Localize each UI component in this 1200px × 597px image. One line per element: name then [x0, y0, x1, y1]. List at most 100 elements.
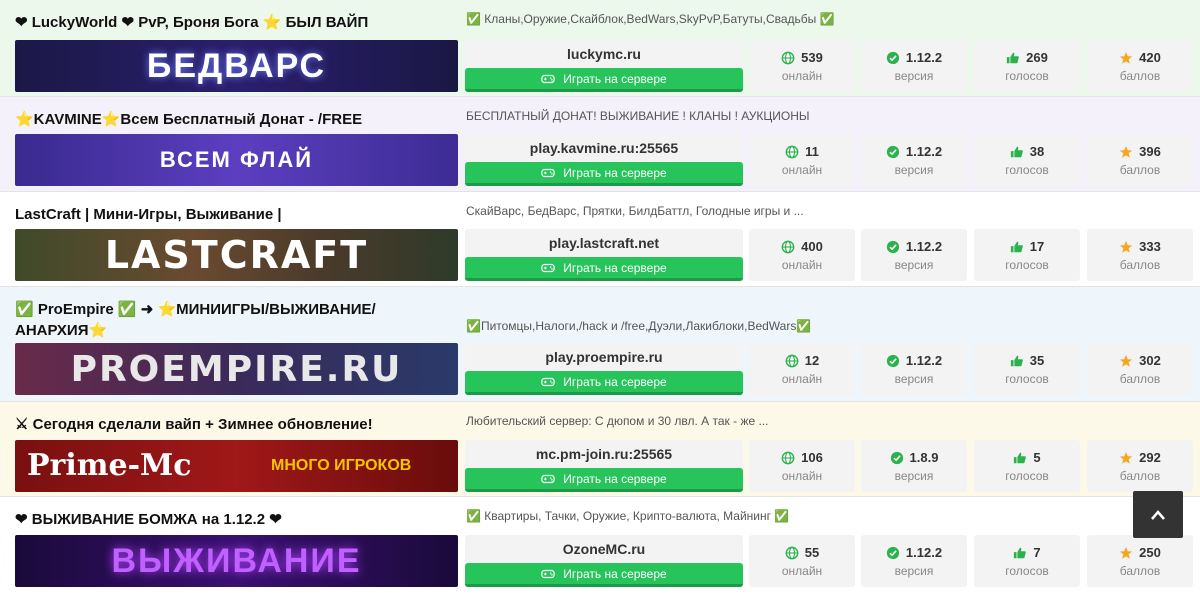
version-value: 1.12.2 — [905, 545, 943, 560]
points-label: баллов — [1119, 69, 1161, 83]
thumbs-up-icon — [1010, 355, 1023, 366]
points-stat: 250 баллов — [1087, 535, 1193, 587]
scroll-to-top-button[interactable] — [1133, 491, 1183, 538]
online-count: 106 — [801, 450, 823, 465]
online-stat: 12 онлайн — [749, 343, 855, 395]
server-title[interactable]: ❤ ВЫЖИВАНИЕ БОМЖА на 1.12.2 ❤ — [15, 509, 455, 530]
online-stat: 11 онлайн — [749, 134, 855, 186]
server-banner[interactable]: LASTCRAFT — [15, 229, 458, 281]
votes-count: 35 — [1029, 353, 1045, 368]
points-label: баллов — [1119, 163, 1161, 177]
play-button[interactable]: Играть на сервере — [465, 468, 743, 492]
server-ip[interactable]: play.kavmine.ru:25565 — [465, 140, 743, 156]
star-icon — [1120, 354, 1133, 367]
server-description: ✅ Кланы,Оружие,Скайблок,BedWars,SkyPvP,Б… — [466, 12, 835, 26]
server-description: ✅Питомцы,Налоги,/hack и /free,Дуэли,Лаки… — [466, 319, 812, 333]
online-stat: 106 онлайн — [749, 440, 855, 492]
server-banner[interactable]: БЕДВАРС — [15, 40, 458, 92]
server-title[interactable]: ❤ LuckyWorld ❤ PvP, Броня Бога ⭐ БЫЛ ВАЙ… — [15, 12, 455, 33]
server-title[interactable]: LastCraft | Мини-Игры, Выживание | — [15, 204, 455, 225]
server-ip[interactable]: mc.pm-join.ru:25565 — [465, 446, 743, 462]
online-label: онлайн — [781, 372, 823, 386]
play-button-label: Играть на сервере — [563, 260, 667, 275]
version-stat: 1.12.2 версия — [861, 40, 967, 92]
server-ip-box[interactable]: luckymc.ru Играть на сервере — [465, 40, 743, 92]
play-button-label: Играть на сервере — [563, 374, 667, 389]
votes-stat: 17 голосов — [974, 229, 1080, 281]
votes-label: голосов — [1005, 469, 1049, 483]
play-button[interactable]: Играть на сервере — [465, 68, 743, 92]
server-description: БЕСПЛАТНЫЙ ДОНАТ! ВЫЖИВАНИЕ ! КЛАНЫ ! АУ… — [466, 109, 810, 123]
play-button[interactable]: Играть на сервере — [465, 371, 743, 395]
play-button-label: Играть на сервере — [563, 566, 667, 581]
points-stat: 302 баллов — [1087, 343, 1193, 395]
play-button[interactable]: Играть на сервере — [465, 162, 743, 186]
server-banner[interactable]: Prime-Mc МНОГО ИГРОКОВ — [15, 440, 458, 492]
server-ip-box[interactable]: OzoneMC.ru Играть на сервере — [465, 535, 743, 587]
version-value: 1.12.2 — [905, 50, 943, 65]
server-row: ❤ ВЫЖИВАНИЕ БОМЖА на 1.12.2 ❤ ✅ Квартиры… — [0, 497, 1200, 592]
version-value: 1.12.2 — [905, 239, 943, 254]
points-stat: 396 баллов — [1087, 134, 1193, 186]
points-stat: 420 баллов — [1087, 40, 1193, 92]
votes-label: голосов — [1005, 258, 1049, 272]
thumbs-up-icon — [1010, 146, 1023, 157]
play-button[interactable]: Играть на сервере — [465, 563, 743, 587]
banner-text: Prime-Mc — [27, 448, 192, 483]
votes-stat: 38 голосов — [974, 134, 1080, 186]
version-label: версия — [894, 372, 934, 386]
version-stat: 1.12.2 версия — [861, 229, 967, 281]
server-ip-box[interactable]: play.proempire.ru Играть на сервере — [465, 343, 743, 395]
version-stat: 1.12.2 версия — [861, 535, 967, 587]
votes-label: голосов — [1005, 69, 1049, 83]
server-row: LastCraft | Мини-Игры, Выживание | СкайВ… — [0, 192, 1200, 287]
banner-text: ВЫЖИВАНИЕ — [111, 541, 362, 580]
points-count: 250 — [1139, 545, 1161, 560]
server-ip[interactable]: play.lastcraft.net — [465, 235, 743, 251]
votes-count: 7 — [1033, 545, 1041, 560]
server-ip-box[interactable]: play.lastcraft.net Играть на сервере — [465, 229, 743, 281]
votes-count: 269 — [1026, 50, 1048, 65]
votes-stat: 35 голосов — [974, 343, 1080, 395]
play-button-label: Играть на сервере — [563, 71, 667, 86]
points-count: 333 — [1139, 239, 1161, 254]
server-ip[interactable]: play.proempire.ru — [465, 349, 743, 365]
online-stat: 400 онлайн — [749, 229, 855, 281]
version-value: 1.12.2 — [905, 144, 943, 159]
server-banner[interactable]: ВСЕМ ФЛАЙ — [15, 134, 458, 186]
gamepad-icon — [541, 569, 556, 578]
server-ip-box[interactable]: mc.pm-join.ru:25565 Играть на сервере — [465, 440, 743, 492]
votes-label: голосов — [1005, 372, 1049, 386]
votes-stat: 7 голосов — [974, 535, 1080, 587]
server-title[interactable]: ✅ ProEmpire ✅ ➜ ⭐МИНИИГРЫ/ВЫЖИВАНИЕ/ АНА… — [15, 299, 415, 341]
star-icon — [1120, 546, 1133, 559]
points-label: баллов — [1119, 258, 1161, 272]
online-label: онлайн — [781, 469, 823, 483]
thumbs-up-icon — [1014, 547, 1027, 558]
votes-count: 5 — [1033, 450, 1041, 465]
points-stat: 333 баллов — [1087, 229, 1193, 281]
chevron-up-icon — [1151, 509, 1165, 520]
server-ip[interactable]: luckymc.ru — [465, 46, 743, 62]
server-list: ❤ LuckyWorld ❤ PvP, Броня Бога ⭐ БЫЛ ВАЙ… — [0, 0, 1200, 592]
votes-count: 17 — [1029, 239, 1045, 254]
check-circle-icon — [886, 51, 900, 64]
server-banner[interactable]: PROEMPIRE.RU — [15, 343, 458, 395]
globe-icon — [781, 51, 795, 64]
play-button[interactable]: Играть на сервере — [465, 257, 743, 281]
version-label: версия — [894, 258, 934, 272]
server-row: ❤ LuckyWorld ❤ PvP, Броня Бога ⭐ БЫЛ ВАЙ… — [0, 0, 1200, 97]
online-stat: 55 онлайн — [749, 535, 855, 587]
version-value: 1.8.9 — [909, 450, 939, 465]
server-title[interactable]: ⚔ Сегодня сделали вайп + Зимнее обновлен… — [15, 414, 455, 435]
points-count: 396 — [1139, 144, 1161, 159]
server-row: ⚔ Сегодня сделали вайп + Зимнее обновлен… — [0, 402, 1200, 497]
server-ip-box[interactable]: play.kavmine.ru:25565 Играть на сервере — [465, 134, 743, 186]
server-title[interactable]: ⭐KAVMINE⭐Всем Бесплатный Донат - /FREE — [15, 109, 455, 130]
server-ip[interactable]: OzoneMC.ru — [465, 541, 743, 557]
star-icon — [1120, 240, 1133, 253]
thumbs-up-icon — [1007, 52, 1019, 63]
points-stat: 292 баллов — [1087, 440, 1193, 492]
server-banner[interactable]: ВЫЖИВАНИЕ — [15, 535, 458, 587]
server-row: ⭐KAVMINE⭐Всем Бесплатный Донат - /FREE Б… — [0, 97, 1200, 192]
